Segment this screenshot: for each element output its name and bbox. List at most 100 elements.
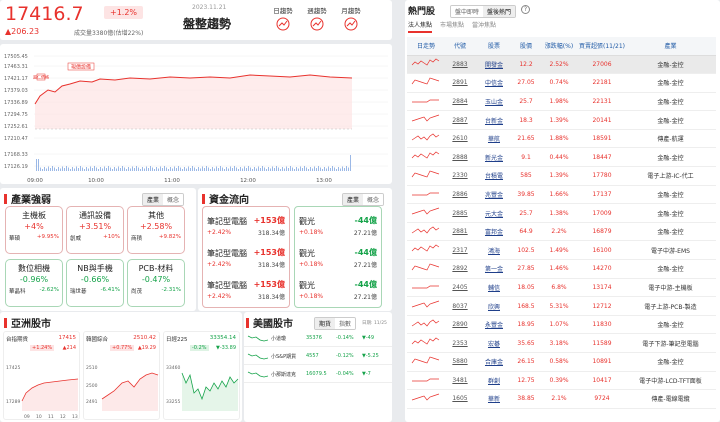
sector-card[interactable]: 主機板 +4% 華碩 +9.95% (5, 206, 63, 254)
stock-name[interactable]: 台新金 (475, 110, 513, 130)
stock-name[interactable]: 永豐金 (475, 315, 513, 335)
stock-code[interactable]: 2881 (445, 222, 475, 242)
stock-code-link[interactable]: 2317 (452, 247, 467, 254)
stock-code-link[interactable]: 2353 (452, 340, 467, 347)
stock-code-link[interactable]: 2886 (452, 191, 467, 198)
column-header[interactable]: 日走勢 (407, 37, 445, 56)
stock-code[interactable]: 2884 (445, 92, 475, 112)
tab-after-hours[interactable]: 盤後熱門 (483, 6, 516, 17)
sector-card[interactable]: 其他 +2.58% 商積 +9.82% (127, 206, 185, 254)
stock-code-link[interactable]: 2883 (452, 61, 467, 68)
day-trend-button[interactable]: 日趨勢 (272, 5, 294, 33)
stock-name[interactable]: 華航 (475, 129, 513, 149)
stock-name[interactable]: 合庫金 (475, 352, 513, 372)
stock-code[interactable]: 2888 (445, 147, 475, 168)
stock-code[interactable]: 2890 (445, 315, 475, 335)
column-header[interactable]: 股價 (513, 37, 539, 56)
table-row[interactable]: 2891 中信金 27.05 0.74% 22181 金融-金控 (407, 73, 716, 93)
stock-name[interactable]: 欣興 (475, 296, 513, 316)
stock-code-link[interactable]: 2892 (452, 265, 467, 272)
table-row[interactable]: 2610 華航 21.65 1.88% 18591 傳產-航運 (407, 129, 716, 149)
leader-stock[interactable]: 尚茂 (131, 287, 142, 295)
table-row[interactable]: 2353 宏碁 35.65 3.18% 11589 電子下游-筆記型電腦 (407, 333, 716, 353)
sector-card[interactable]: 通訊設備 +3.51% 創威 +10% (66, 206, 124, 254)
stock-code[interactable]: 2883 (445, 55, 475, 75)
table-row[interactable]: 2888 新光金 9.1 0.44% 18447 金融-金控 (407, 147, 716, 168)
stock-name[interactable]: 台積電 (475, 166, 513, 186)
stock-code-link[interactable]: 3481 (452, 377, 467, 384)
tab-daytrade[interactable]: 當沖焦點 (472, 20, 496, 33)
asia-market-card[interactable]: 韓國綜合 2510.42 +0.77% ▲19.29 2510 2500 2491 (83, 331, 160, 420)
leader-stock[interactable]: 瑞世碁 (70, 287, 87, 295)
flow-row[interactable]: 筆記型電腦 +153億 +2.42% 318.34億 (207, 245, 285, 274)
flow-row[interactable]: 筆記型電腦 +153億 +2.42% 318.34億 (207, 213, 285, 242)
stock-name[interactable]: 玉山金 (475, 92, 513, 112)
stock-code[interactable]: 2405 (445, 278, 475, 298)
stock-code[interactable]: 2887 (445, 110, 475, 130)
leader-stock[interactable]: 創威 (70, 234, 81, 242)
stock-code[interactable]: 8037 (445, 296, 475, 316)
column-header[interactable]: 買賣超張(11/21) (579, 37, 625, 56)
help-icon[interactable]: ? (521, 5, 530, 14)
stock-code-link[interactable]: 2888 (452, 154, 467, 161)
leader-stock[interactable]: 華晶科 (9, 287, 26, 295)
stock-name[interactable]: 新光金 (475, 147, 513, 168)
stock-name[interactable]: 開發金 (475, 55, 513, 75)
stock-code-link[interactable]: 5880 (452, 358, 467, 365)
sector-toggle[interactable]: 產業 概念 (142, 193, 185, 206)
asia-market-card[interactable]: 日經225 33354.14 -0.2% ▼-33.89 33460 33255 (163, 331, 240, 420)
stock-code[interactable]: 2353 (445, 333, 475, 353)
stock-code[interactable]: 1605 (445, 389, 475, 409)
month-trend-button[interactable]: 月趨勢 (340, 5, 362, 33)
stock-name[interactable]: 富邦金 (475, 222, 513, 242)
stock-code-link[interactable]: 2881 (452, 228, 467, 235)
stock-code[interactable]: 5880 (445, 352, 475, 372)
stock-code[interactable]: 2330 (445, 166, 475, 186)
stock-name[interactable]: 鴻海 (475, 240, 513, 261)
table-row[interactable]: 2881 富邦金 64.9 2.2% 16879 金融-金控 (407, 222, 716, 242)
stock-code[interactable]: 2610 (445, 129, 475, 149)
stock-code[interactable]: 2317 (445, 240, 475, 261)
flow-row[interactable]: 觀光 -44億 +0.18% 27.21億 (299, 245, 377, 274)
hot-top-tabs[interactable]: 盤中即時 盤後熱門 (450, 5, 517, 18)
us-market-row[interactable]: 小道瓊 35376 -0.14% ▼-49 (244, 330, 392, 347)
column-header[interactable]: 代號 (445, 37, 475, 56)
stock-name[interactable]: 第一金 (475, 259, 513, 279)
stock-code[interactable]: 2886 (445, 185, 475, 205)
sector-card[interactable]: NB與手機 -0.66% 瑞世碁 -6.41% (66, 259, 124, 307)
table-row[interactable]: 5880 合庫金 26.15 0.58% 10891 金融-金控 (407, 352, 716, 372)
tab-market-focus[interactable]: 市場焦點 (440, 20, 464, 33)
flow-toggle[interactable]: 產業 概念 (342, 193, 385, 206)
stock-name[interactable]: 元大金 (475, 203, 513, 223)
column-header[interactable]: 股票 (475, 37, 513, 56)
stock-name[interactable]: 群創 (475, 371, 513, 391)
flow-row[interactable]: 觀光 -44億 +0.18% 27.21億 (299, 277, 377, 306)
stock-code-link[interactable]: 2891 (452, 79, 467, 86)
stock-code-link[interactable]: 2890 (452, 321, 467, 328)
us-market-row[interactable]: 小S&P期貨 4557 -0.12% ▼-5.25 (244, 348, 392, 365)
table-row[interactable]: 8037 欣興 168.5 5.31% 12712 電子上游-PCB-製造 (407, 296, 716, 316)
table-row[interactable]: 2884 玉山金 25.7 1.98% 22131 金融-金控 (407, 92, 716, 112)
column-header[interactable]: 產業 (625, 37, 716, 56)
table-row[interactable]: 2892 第一金 27.85 1.46% 14270 金融-金控 (407, 259, 716, 279)
stock-code-link[interactable]: 2884 (452, 98, 467, 105)
stock-code-link[interactable]: 2330 (452, 172, 467, 179)
stock-code[interactable]: 3481 (445, 371, 475, 391)
table-row[interactable]: 2405 輔信 18.05 6.8% 13174 電子中游-主機板 (407, 278, 716, 298)
table-row[interactable]: 2330 台積電 585 1.39% 17780 電子上游-IC-代工 (407, 166, 716, 186)
flow-row[interactable]: 筆記型電腦 +153億 +2.42% 318.34億 (207, 277, 285, 306)
week-trend-button[interactable]: 週趨勢 (306, 5, 328, 33)
asia-market-card[interactable]: 台指期貨 17415 +1.24% ▲214 17425 17289 09 10 11 12 13 (3, 331, 80, 420)
stock-code[interactable]: 2892 (445, 259, 475, 279)
stock-name[interactable]: 中信金 (475, 73, 513, 93)
stock-code-link[interactable]: 2887 (452, 117, 467, 124)
table-row[interactable]: 1605 華新 38.85 2.1% 9724 傳產-電線電纜 (407, 389, 716, 409)
stock-code-link[interactable]: 2885 (452, 210, 467, 217)
sector-card[interactable]: PCB-材料 -0.47% 尚茂 -2.31% (127, 259, 185, 307)
stock-name[interactable]: 兆豐金 (475, 185, 513, 205)
stock-code-link[interactable]: 2405 (452, 284, 467, 291)
stock-code[interactable]: 2885 (445, 203, 475, 223)
us-market-row[interactable]: 小那斯達克 16079.5 -0.04% ▼-7 (244, 366, 392, 383)
stock-name[interactable]: 宏碁 (475, 333, 513, 353)
tab-realtime[interactable]: 盤中即時 (451, 6, 484, 17)
